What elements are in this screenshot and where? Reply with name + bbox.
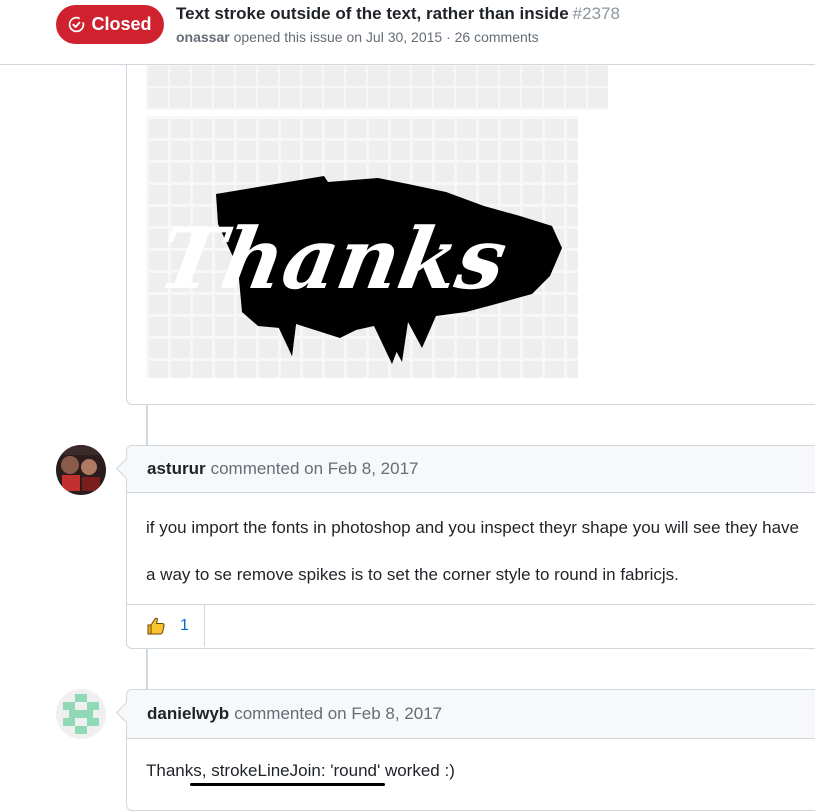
issue-state-label: Closed [91,14,152,34]
issue-title-text: Text stroke outside of the text, rather … [176,4,569,23]
thanks-lettering-text: Thanks [152,210,514,308]
comment-header: asturur commented on Feb 8, 2017 [127,446,815,493]
thanks-lettering-image: Thanks [152,176,562,364]
user-avatar-photo [56,445,106,495]
comment-author-link[interactable]: danielwyb [147,704,229,724]
comment-body: if you import the fonts in photoshop and… [127,493,815,604]
timeline-connector [146,648,148,689]
attached-image-thanks[interactable]: Thanks [146,116,578,378]
reaction-count: 1 [180,617,189,634]
comment-header: danielwyb commented on Feb 8, 2017 [127,690,815,739]
comment-asturur: asturur commented on Feb 8, 2017 if you … [115,445,815,649]
issue-title[interactable]: Text stroke outside of the text, rather … [176,4,620,24]
comment-timestamp[interactable]: commented on Feb 8, 2017 [234,704,442,724]
issue-number: #2378 [572,4,620,23]
comment-paragraph: Thanks, strokeLineJoin: 'round' worked :… [146,761,455,780]
issue-state-badge: Closed [56,5,164,44]
thumbs-up-icon [147,617,165,635]
comment-paragraph: a way to se remove spikes is to set the … [146,565,679,584]
issue-closed-icon [69,16,86,33]
issue-meta-text: opened this issue on Jul 30, 2015 · 26 c… [233,29,539,45]
comment-paragraph: if you import the fonts in photoshop and… [146,518,800,537]
comment-body: Thanks, strokeLineJoin: 'round' worked :… [127,739,815,809]
timeline-connector [146,404,148,446]
reaction-thumbs-up-button[interactable]: 1 [127,605,205,647]
comment-timestamp[interactable]: commented on Feb 8, 2017 [211,459,419,479]
comment-author-link[interactable]: asturur [147,459,206,479]
attached-image-partial[interactable] [146,64,608,110]
issue-meta: onassar opened this issue on Jul 30, 201… [176,29,539,45]
avatar-danielwyb[interactable] [56,689,106,739]
issue-sticky-header: Closed Text stroke outside of the text, … [0,0,815,65]
reaction-row: 1 [127,604,815,647]
avatar-asturur[interactable] [56,445,106,495]
annotation-underline [190,783,385,786]
comment-danielwyb: danielwyb commented on Feb 8, 2017 Thank… [115,689,815,811]
issue-author-link[interactable]: onassar [176,29,230,45]
identicon-avatar [56,689,106,739]
